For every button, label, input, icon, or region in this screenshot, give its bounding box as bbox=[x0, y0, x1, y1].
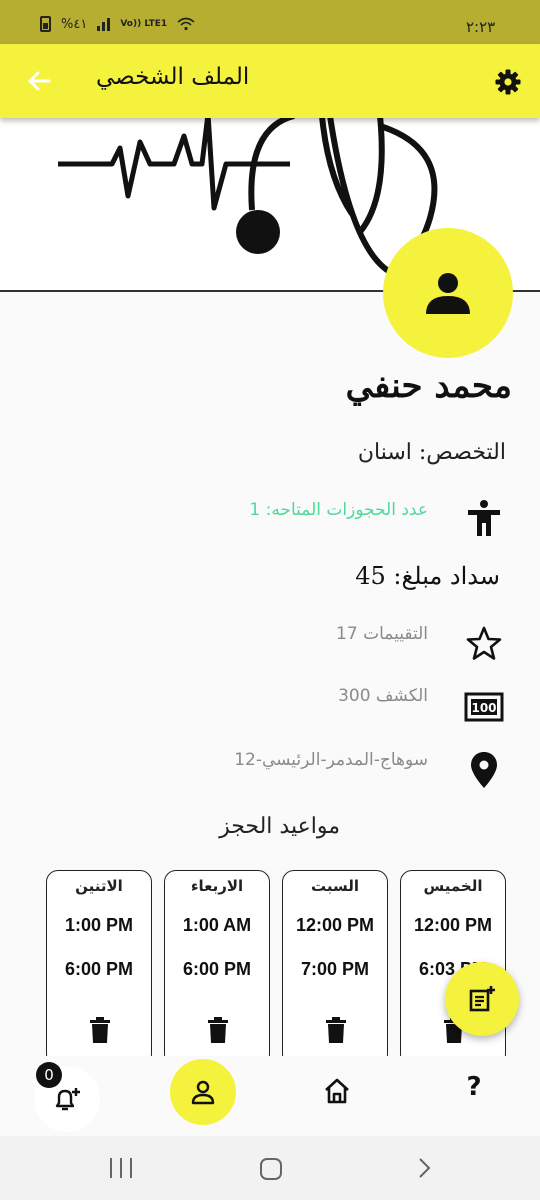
schedule-title: مواعيد الحجز bbox=[219, 814, 340, 839]
profile-avatar[interactable] bbox=[383, 228, 513, 358]
schedule-cards: الخميس 12:00 PM 6:03 PM السبت 12:00 PM 7… bbox=[46, 870, 506, 1066]
note-add-icon bbox=[469, 986, 495, 1012]
fee-100-icon: 100 bbox=[464, 692, 504, 722]
nav-help[interactable]: ? bbox=[462, 1072, 486, 1102]
schedule-day: الاربعاء bbox=[190, 877, 244, 895]
schedule-card[interactable]: السبت 12:00 PM 7:00 PM bbox=[282, 870, 388, 1066]
notification-count-badge: 0 bbox=[36, 1062, 62, 1088]
specialty-label: التخصص: اسنان bbox=[357, 440, 506, 465]
wifi-icon bbox=[177, 17, 195, 31]
schedule-start-time: 1:00 AM bbox=[182, 915, 252, 935]
status-time: ٢:٢٣ bbox=[466, 18, 496, 36]
add-schedule-button[interactable] bbox=[445, 962, 519, 1036]
app-bar: الملف الشخصي bbox=[0, 44, 540, 118]
person-outline-icon bbox=[191, 1080, 215, 1105]
star-icon bbox=[466, 626, 502, 660]
recent-apps-icon[interactable] bbox=[110, 1158, 132, 1178]
status-icons: %٤١ Vo)) LTE1 bbox=[40, 16, 195, 32]
bottom-navigation: 0 ? bbox=[0, 1056, 540, 1136]
schedule-start-time: 1:00 PM bbox=[64, 915, 134, 935]
svg-text:100: 100 bbox=[471, 701, 496, 715]
schedule-card[interactable]: الاربعاء 1:00 AM 6:00 PM bbox=[164, 870, 270, 1066]
notification-add-icon bbox=[55, 1088, 80, 1111]
trash-icon[interactable] bbox=[207, 1017, 229, 1043]
accessibility-icon bbox=[468, 500, 500, 536]
system-navigation-bar bbox=[0, 1136, 540, 1200]
status-bar: %٤١ Vo)) LTE1 ٢:٢٣ bbox=[0, 0, 540, 44]
nav-profile[interactable] bbox=[170, 1059, 236, 1125]
schedule-end-time: 6:00 PM bbox=[182, 959, 252, 979]
schedule-start-time: 12:00 PM bbox=[295, 915, 375, 935]
ratings-count: التقييمات 17 bbox=[336, 624, 428, 644]
page-title: الملف الشخصي bbox=[96, 64, 250, 90]
system-home-icon[interactable] bbox=[260, 1158, 282, 1180]
arrow-back-icon[interactable] bbox=[24, 66, 54, 96]
schedule-day: الخميس bbox=[423, 877, 483, 895]
network-label: Vo)) LTE1 bbox=[120, 19, 168, 29]
schedule-day: السبت bbox=[310, 877, 360, 895]
clinic-address: سوهاج-المدمر-الرئيسي-12 bbox=[234, 750, 428, 770]
available-bookings: عدد الحجوزات المتاحه: 1 bbox=[249, 500, 428, 520]
person-icon bbox=[426, 273, 470, 314]
examination-fee: الكشف 300 bbox=[338, 686, 428, 706]
trash-icon[interactable] bbox=[325, 1017, 347, 1043]
schedule-day: الاتنين bbox=[75, 877, 123, 895]
schedule-end-time: 7:00 PM bbox=[300, 959, 370, 979]
battery-icon bbox=[40, 16, 51, 32]
gear-icon[interactable] bbox=[494, 68, 522, 96]
doctor-name: محمد حنفي bbox=[345, 366, 512, 406]
schedule-card[interactable]: الاتنين 1:00 PM 6:00 PM bbox=[46, 870, 152, 1066]
battery-level: %٤١ bbox=[61, 16, 88, 32]
home-icon[interactable] bbox=[322, 1076, 352, 1106]
trash-icon[interactable] bbox=[89, 1017, 111, 1043]
location-pin-icon bbox=[471, 752, 497, 788]
schedule-end-time: 6:00 PM bbox=[64, 959, 134, 979]
schedule-start-time: 12:00 PM bbox=[413, 915, 493, 935]
payment-amount: سداد مبلغ: 45 bbox=[355, 562, 500, 590]
system-back-icon[interactable] bbox=[412, 1156, 436, 1180]
signal-icon bbox=[97, 17, 111, 31]
